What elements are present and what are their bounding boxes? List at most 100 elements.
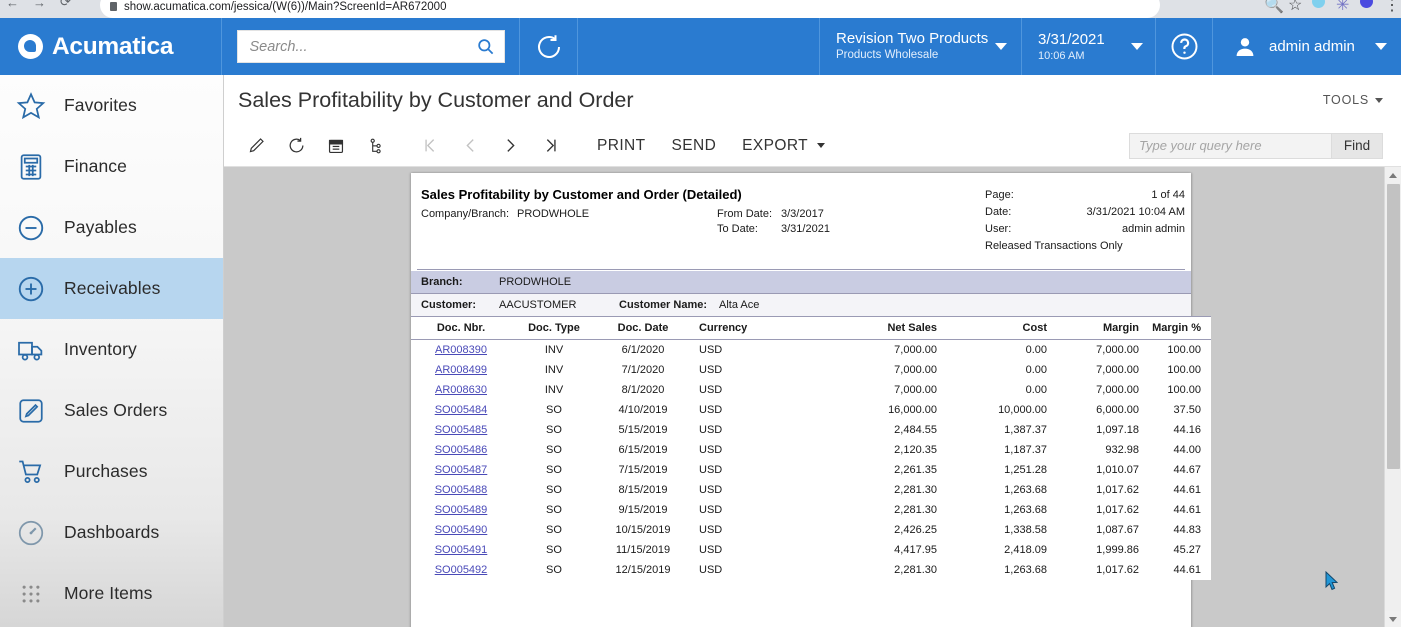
page-count-label: Page: <box>985 189 1014 201</box>
table-row: SO005489 SO 9/15/2019 USD 2,281.30 1,263.68 1,… <box>411 500 1211 520</box>
cell-doc-nbr[interactable]: SO005492 <box>411 560 511 580</box>
scrollbar-thumb[interactable] <box>1387 184 1400 469</box>
cell-doc-nbr[interactable]: SO005490 <box>411 520 511 540</box>
table-row: SO005488 SO 8/15/2019 USD 2,281.30 1,263.68 1,… <box>411 480 1211 500</box>
extension-icon-1[interactable] <box>1312 0 1325 8</box>
user-menu[interactable]: admin admin <box>1213 18 1401 75</box>
find-input[interactable] <box>1129 132 1331 159</box>
cell-doc-nbr[interactable]: AR008390 <box>411 339 511 360</box>
scroll-up-button[interactable] <box>1385 167 1401 183</box>
cell-doc-nbr[interactable]: AR008499 <box>411 360 511 380</box>
chevron-down-icon <box>1375 43 1387 50</box>
find-button[interactable]: Find <box>1331 132 1383 159</box>
last-page-icon[interactable] <box>530 131 570 161</box>
sidebar-item-finance[interactable]: Finance <box>0 136 223 197</box>
cell-doc-nbr[interactable]: SO005485 <box>411 420 511 440</box>
cell-doc-date: 7/1/2020 <box>597 360 689 380</box>
sidebar-item-label: Favorites <box>64 95 137 115</box>
doc-nbr-link[interactable]: SO005491 <box>435 544 488 556</box>
customer-band: Customer: AACUSTOMER Customer Name: Alta… <box>411 293 1191 316</box>
cell-doc-nbr[interactable]: SO005486 <box>411 440 511 460</box>
cell-margin: 7,000.00 <box>1055 339 1147 360</box>
doc-nbr-link[interactable]: AR008499 <box>435 364 487 376</box>
kebab-menu-icon[interactable]: ⋮ <box>1384 0 1400 14</box>
cell-margin-pct: 44.16 <box>1147 420 1211 440</box>
sidebar-item-dashboards[interactable]: Dashboards <box>0 502 223 563</box>
cell-doc-type: INV <box>511 339 597 360</box>
forward-arrow-icon[interactable]: → <box>33 0 46 10</box>
search-box[interactable] <box>236 30 505 63</box>
cell-margin-pct: 100.00 <box>1147 360 1211 380</box>
cell-currency: USD <box>689 540 793 560</box>
search-input[interactable] <box>249 38 476 55</box>
cell-doc-date: 6/1/2020 <box>597 339 689 360</box>
sidebar-item-purchases[interactable]: Purchases <box>0 441 223 502</box>
profile-avatar-icon[interactable] <box>1360 0 1373 8</box>
doc-nbr-link[interactable]: SO005492 <box>435 564 488 576</box>
cell-doc-nbr[interactable]: SO005488 <box>411 480 511 500</box>
extension-icon-2[interactable]: ✳ <box>1336 0 1349 14</box>
doc-nbr-link[interactable]: SO005490 <box>435 524 488 536</box>
scroll-down-button[interactable] <box>1385 611 1401 627</box>
back-arrow-icon[interactable]: ← <box>6 0 19 10</box>
cell-doc-nbr[interactable]: SO005491 <box>411 540 511 560</box>
report-vertical-scrollbar[interactable] <box>1384 167 1401 627</box>
doc-nbr-link[interactable]: SO005485 <box>435 424 488 436</box>
doc-nbr-link[interactable]: SO005486 <box>435 444 488 456</box>
cell-doc-nbr[interactable]: SO005484 <box>411 400 511 420</box>
table-row: SO005484 SO 4/10/2019 USD 16,000.00 10,000.00… <box>411 400 1211 420</box>
plus-circle-icon <box>18 276 44 301</box>
help-button[interactable] <box>1156 18 1213 75</box>
doc-nbr-link[interactable]: SO005489 <box>435 504 488 516</box>
cell-cost: 1,251.28 <box>945 460 1055 480</box>
print-button[interactable]: PRINT <box>584 131 659 161</box>
cell-doc-nbr[interactable]: SO005487 <box>411 460 511 480</box>
edit-pencil-icon[interactable] <box>236 131 276 161</box>
report-toolbar: PRINT SEND EXPORT Find <box>224 125 1401 167</box>
doc-nbr-link[interactable]: SO005488 <box>435 484 488 496</box>
previous-page-icon[interactable] <box>450 131 490 161</box>
cell-margin-pct: 44.00 <box>1147 440 1211 460</box>
search-icon[interactable] <box>476 37 495 56</box>
cell-cost: 1,263.68 <box>945 480 1055 500</box>
doc-nbr-link[interactable]: AR008630 <box>435 384 487 396</box>
doc-nbr-link[interactable]: SO005484 <box>435 404 488 416</box>
schedule-icon[interactable] <box>356 131 396 161</box>
reload-icon[interactable]: ⟳ <box>60 0 71 10</box>
recent-history-button[interactable] <box>520 18 578 75</box>
brand-logo[interactable]: Acumatica <box>0 18 222 75</box>
cell-currency: USD <box>689 460 793 480</box>
search-icon[interactable]: 🔍 <box>1264 0 1284 14</box>
first-page-icon[interactable] <box>410 131 450 161</box>
cell-margin-pct: 44.83 <box>1147 520 1211 540</box>
sidebar-item-inventory[interactable]: Inventory <box>0 319 223 380</box>
send-button[interactable]: SEND <box>659 131 730 161</box>
sidebar-item-receivables[interactable]: Receivables <box>0 258 223 319</box>
cell-doc-nbr[interactable]: SO005489 <box>411 500 511 520</box>
page-count-value: 1 of 44 <box>1151 189 1185 201</box>
calendar-icon[interactable] <box>316 131 356 161</box>
to-date-value: 3/31/2021 <box>781 223 830 235</box>
sidebar-item-label: Sales Orders <box>64 400 168 420</box>
report-date-label: Date: <box>985 206 1012 218</box>
sidebar-nav: Favorites Finance Payables Receivables I… <box>0 75 224 627</box>
star-icon[interactable]: ☆ <box>1288 0 1302 14</box>
sidebar-item-sales-orders[interactable]: Sales Orders <box>0 380 223 441</box>
company-branch-selector[interactable]: Revision Two Products Products Wholesale <box>820 18 1022 75</box>
print-label: PRINT <box>597 136 646 154</box>
report-header: Sales Profitability by Customer and Orde… <box>411 173 1191 269</box>
next-page-icon[interactable] <box>490 131 530 161</box>
export-button[interactable]: EXPORT <box>729 131 838 161</box>
doc-nbr-link[interactable]: AR008390 <box>435 344 487 356</box>
sidebar-item-favorites[interactable]: Favorites <box>0 75 223 136</box>
address-bar[interactable]: show.acumatica.com/jessica/(W(6))/Main?S… <box>100 0 1160 18</box>
refresh-icon[interactable] <box>276 131 316 161</box>
cell-doc-nbr[interactable]: AR008630 <box>411 380 511 400</box>
doc-nbr-link[interactable]: SO005487 <box>435 464 488 476</box>
business-date-selector[interactable]: 3/31/2021 10:06 AM <box>1022 18 1156 75</box>
sidebar-item-more-items[interactable]: More Items <box>0 563 223 624</box>
sidebar-item-payables[interactable]: Payables <box>0 197 223 258</box>
tools-menu-button[interactable]: TOOLS <box>1323 93 1383 107</box>
cell-doc-date: 5/15/2019 <box>597 420 689 440</box>
calculator-icon <box>20 153 42 180</box>
